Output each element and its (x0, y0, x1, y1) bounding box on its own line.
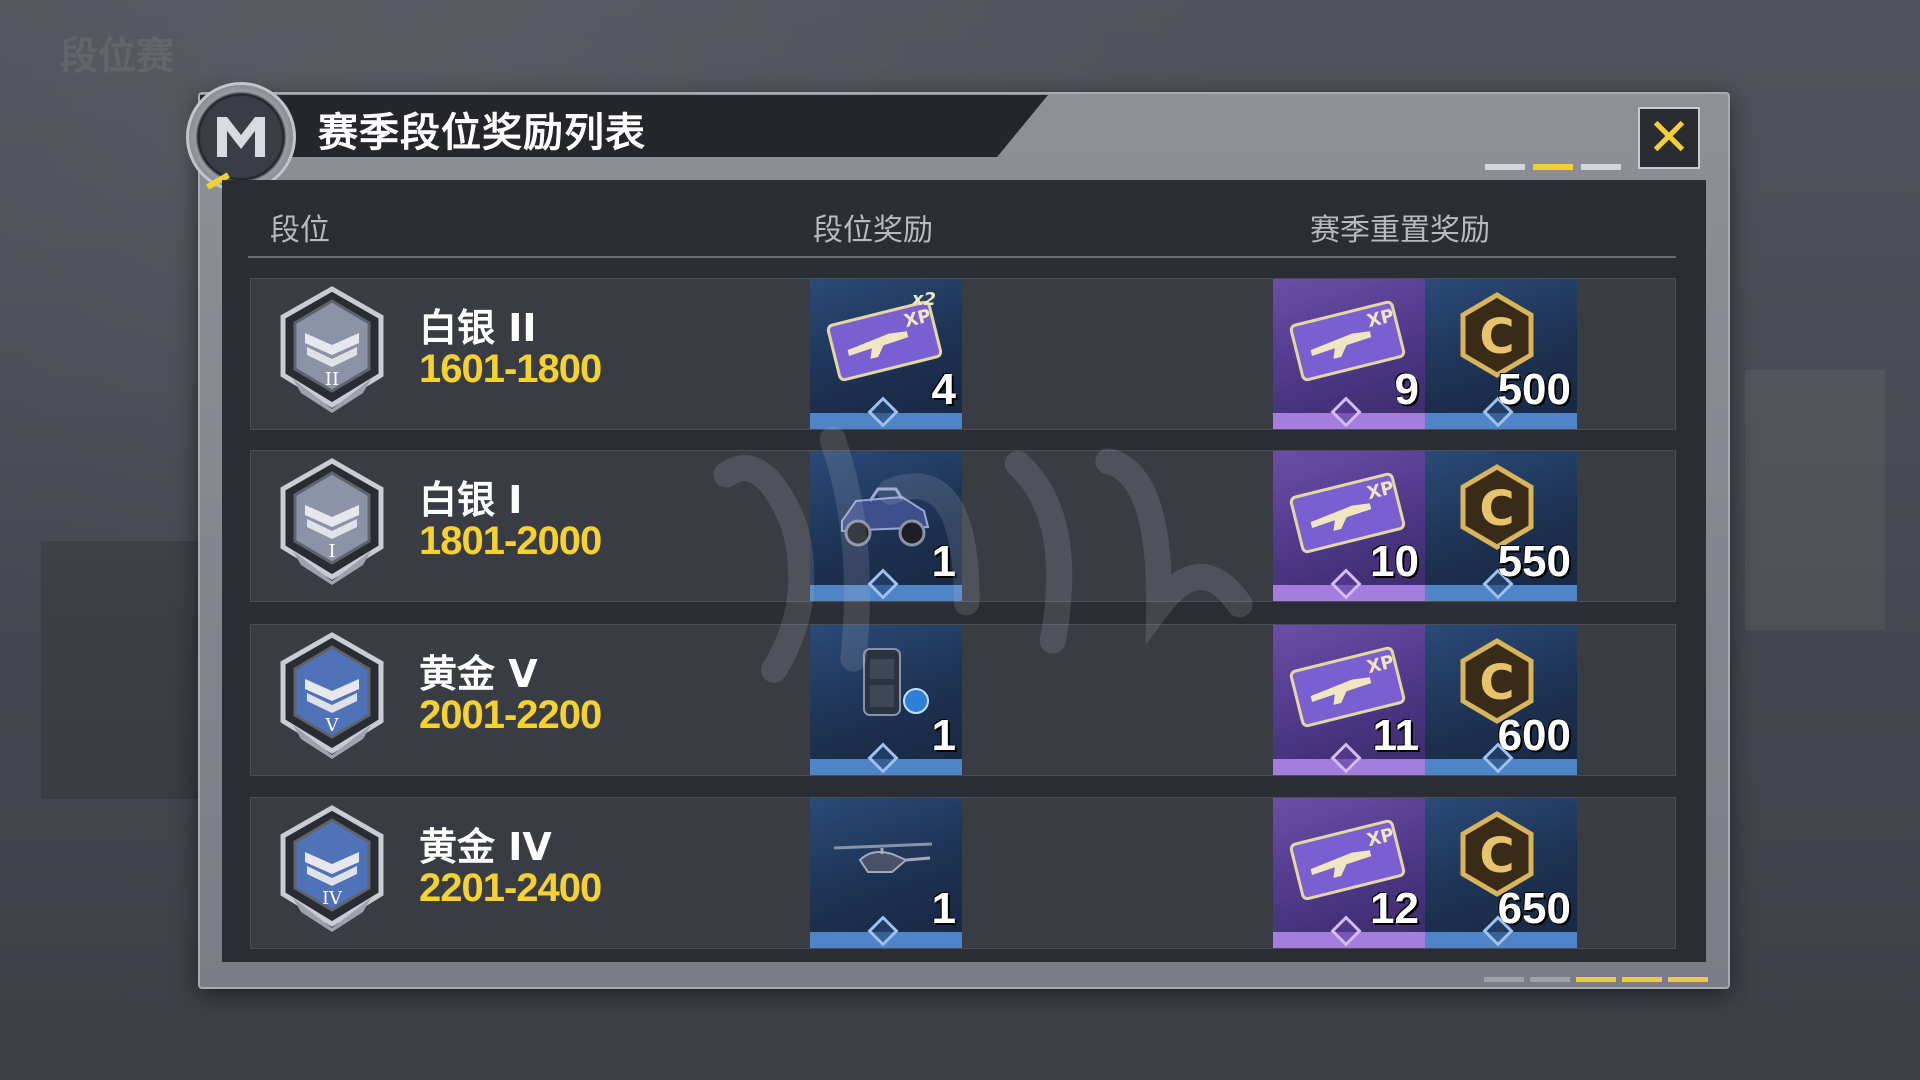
reward-quantity: 550 (1497, 537, 1571, 586)
reward-quantity: 600 (1497, 711, 1571, 760)
reward-quantity: 12 (1370, 884, 1419, 933)
reward-item[interactable]: XP 12 (1273, 798, 1425, 948)
page-dot (1485, 164, 1525, 170)
rank-badge-icon: IV (273, 802, 391, 934)
reward-quantity: 9 (1394, 365, 1419, 414)
svg-text:IV: IV (322, 888, 343, 909)
page-indicator-bottom (1484, 977, 1708, 982)
reward-item[interactable]: C 650 (1425, 798, 1577, 948)
reward-quantity: 4 (931, 365, 956, 414)
game-logo-icon (186, 82, 296, 192)
rank-score-range: 1601-1800 (419, 347, 602, 391)
page-dot-active (1668, 977, 1708, 982)
page-indicator-top (1485, 164, 1621, 170)
reward-item[interactable]: 1 (810, 625, 962, 775)
background-blur-text: 段位赛 (60, 34, 175, 78)
rank-score-range: 2201-2400 (419, 866, 602, 910)
xp-multiplier: x2 (911, 289, 936, 310)
reward-item[interactable]: C 600 (1425, 625, 1577, 775)
reward-item[interactable]: XP x2 4 (810, 279, 962, 429)
reward-item[interactable]: XP 9 (1273, 279, 1425, 429)
reward-item[interactable]: C 500 (1425, 279, 1577, 429)
svg-text:V: V (325, 715, 340, 736)
close-button[interactable]: ✕ (1638, 107, 1700, 169)
backpack-skin-icon (820, 635, 948, 739)
column-header-season-reset-reward: 赛季重置奖励 (1310, 213, 1490, 248)
page-dot-active (1622, 977, 1662, 982)
rank-row: II 白银 II 1601-1800 XP x2 4 XP 9 C 500 (250, 278, 1676, 430)
reward-item[interactable]: 1 (810, 451, 962, 601)
reward-quantity: 1 (931, 537, 956, 586)
page-dot-active (1533, 164, 1573, 170)
reward-item[interactable]: XP 11 (1273, 625, 1425, 775)
column-header-rank-reward: 段位奖励 (813, 213, 933, 248)
page-dot (1581, 164, 1621, 170)
rank-score-range: 1801-2000 (419, 519, 602, 563)
rank-badge-icon: I (273, 455, 391, 587)
rank-row: I 白银 I 1801-2000 1 XP 10 C 550 (250, 450, 1676, 602)
reward-item[interactable]: C 550 (1425, 451, 1577, 601)
reward-quantity: 500 (1497, 365, 1571, 414)
vehicle-skin-icon (820, 461, 948, 565)
svg-text:C: C (1479, 309, 1514, 365)
rank-name: 黄金 IV (419, 825, 552, 869)
background-panel-left (40, 540, 210, 800)
reward-item[interactable]: 1 (810, 798, 962, 948)
weapon-xp-card-icon: XP (1283, 289, 1411, 393)
reward-quantity: 10 (1370, 537, 1419, 586)
close-icon: ✕ (1647, 108, 1691, 168)
background-panel-right (1745, 370, 1885, 630)
rank-name: 黄金 V (419, 652, 538, 696)
logo-mark-icon (217, 117, 265, 157)
svg-text:I: I (328, 541, 335, 562)
rank-name: 白银 I (419, 478, 523, 522)
reward-quantity: 1 (931, 711, 956, 760)
reward-quantity: 11 (1372, 711, 1419, 760)
helicopter-skin-icon (820, 808, 948, 912)
column-header-rank: 段位 (270, 213, 330, 248)
svg-text:C: C (1479, 655, 1514, 711)
rank-row: IV 黄金 IV 2201-2400 1 XP 12 C 650 (250, 797, 1676, 949)
dialog-title: 赛季段位奖励列表 (318, 110, 646, 156)
svg-text:II: II (325, 369, 339, 390)
rank-score-range: 2001-2200 (419, 693, 602, 737)
reward-item[interactable]: XP 10 (1273, 451, 1425, 601)
reward-quantity: 1 (931, 884, 956, 933)
page-dot (1530, 977, 1570, 982)
reward-quantity: 650 (1497, 884, 1571, 933)
rank-badge-icon: V (273, 629, 391, 761)
header-divider (248, 256, 1676, 258)
svg-text:C: C (1479, 828, 1514, 884)
rank-row: V 黄金 V 2001-2200 1 XP 11 C 600 (250, 624, 1676, 776)
rank-name: 白银 II (419, 306, 537, 350)
page-dot-active (1576, 977, 1616, 982)
svg-text:C: C (1479, 481, 1514, 537)
rank-badge-icon: II (273, 283, 391, 415)
page-dot (1484, 977, 1524, 982)
